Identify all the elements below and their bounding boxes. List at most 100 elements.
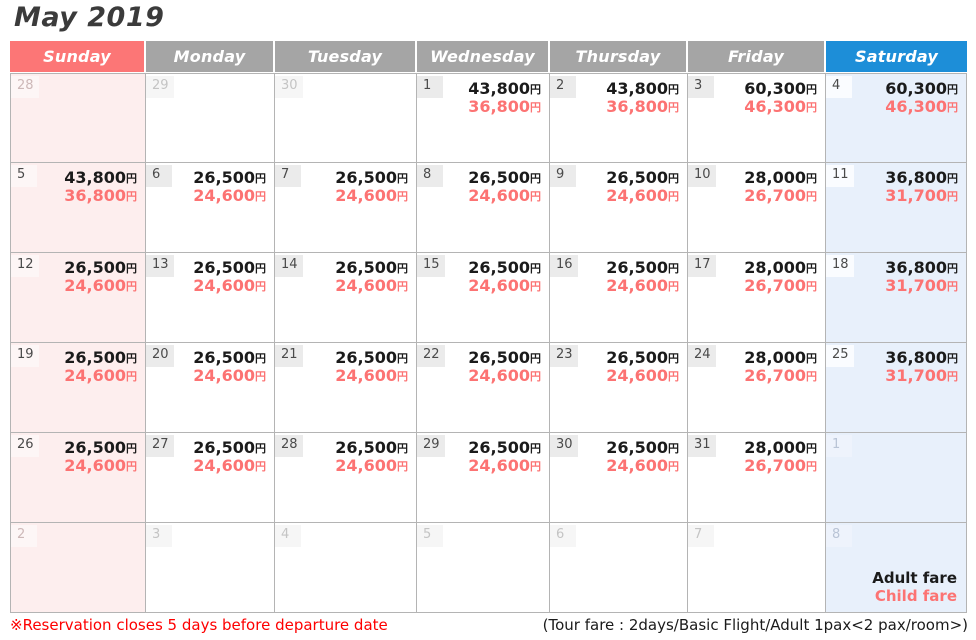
yen-symbol: 円 — [806, 279, 817, 293]
day-number: 22 — [417, 345, 445, 367]
yen-symbol: 円 — [947, 172, 958, 185]
fare-group: 26,500円 24,600円 — [468, 259, 541, 295]
child-fare-value: 36,800 — [64, 185, 126, 205]
fare-group: 26,500円 24,600円 — [335, 169, 408, 205]
child-fare-value: 24,600 — [64, 275, 126, 295]
calendar-day-cell[interactable]: 11 36,800円 31,700円 — [826, 163, 967, 253]
calendar-week-row: 26 26,500円 24,600円 27 26,500円 24,600円 28 26,500… — [10, 433, 967, 523]
calendar-day-cell[interactable]: 1 43,800円 36,800円 — [417, 73, 550, 163]
day-number: 27 — [146, 435, 174, 457]
yen-symbol: 円 — [530, 279, 541, 293]
calendar-day-cell[interactable]: 12 26,500円 24,600円 — [10, 253, 146, 343]
yen-symbol: 円 — [806, 83, 817, 96]
child-fare-value: 24,600 — [606, 455, 668, 475]
adult-fare: 26,500円 — [193, 259, 266, 277]
adult-fare: 26,500円 — [606, 439, 679, 457]
adult-fare: 36,800円 — [885, 259, 958, 277]
adult-fare: 26,500円 — [193, 169, 266, 187]
fare-group: 26,500円 24,600円 — [193, 439, 266, 475]
calendar-day-cell[interactable]: 9 26,500円 24,600円 — [550, 163, 688, 253]
adult-fare-value: 26,500 — [64, 348, 126, 367]
child-fare-value: 24,600 — [606, 185, 668, 205]
calendar-day-cell[interactable]: 13 26,500円 24,600円 — [146, 253, 275, 343]
calendar-day-cell[interactable]: 7 26,500円 24,600円 — [275, 163, 417, 253]
calendar-day-cell[interactable]: 22 26,500円 24,600円 — [417, 343, 550, 433]
child-fare-value: 24,600 — [468, 185, 530, 205]
child-fare-value: 24,600 — [193, 275, 255, 295]
calendar-day-cell-inactive: 7 — [688, 523, 826, 613]
calendar-day-cell[interactable]: 5 43,800円 36,800円 — [10, 163, 146, 253]
child-fare-value: 24,600 — [64, 455, 126, 475]
calendar-page: May 2019 Sunday Monday Tuesday Wednesday Thu… — [0, 0, 976, 640]
calendar-day-cell-inactive: 8 Adult fare Child fare — [826, 523, 967, 613]
calendar-day-cell[interactable]: 21 26,500円 24,600円 — [275, 343, 417, 433]
child-fare-value: 31,700 — [885, 185, 947, 205]
yen-symbol: 円 — [947, 83, 958, 96]
weekday-header-friday: Friday — [688, 41, 826, 73]
yen-symbol: 円 — [668, 100, 679, 114]
fare-legend: Adult fare Child fare — [872, 569, 957, 607]
calendar-day-cell[interactable]: 31 28,000円 26,700円 — [688, 433, 826, 523]
fare-group: 26,500円 24,600円 — [606, 439, 679, 475]
calendar-day-cell[interactable]: 17 28,000円 26,700円 — [688, 253, 826, 343]
adult-fare-value: 36,800 — [885, 168, 947, 187]
adult-fare-value: 28,000 — [744, 168, 806, 187]
child-fare: 31,700円 — [885, 185, 958, 205]
yen-symbol: 円 — [668, 352, 679, 365]
yen-symbol: 円 — [126, 459, 137, 473]
day-number: 14 — [275, 255, 303, 277]
calendar-day-cell[interactable]: 18 36,800円 31,700円 — [826, 253, 967, 343]
calendar-day-cell[interactable]: 26 26,500円 24,600円 — [10, 433, 146, 523]
day-number: 8 — [417, 165, 443, 187]
calendar-day-cell[interactable]: 4 60,300円 46,300円 — [826, 73, 967, 163]
calendar-day-cell[interactable]: 2 43,800円 36,800円 — [550, 73, 688, 163]
calendar-day-cell[interactable]: 23 26,500円 24,600円 — [550, 343, 688, 433]
legend-child-fare-label: Child fare — [874, 587, 957, 606]
adult-fare: 43,800円 — [468, 80, 541, 98]
yen-symbol: 円 — [126, 442, 137, 455]
child-fare: 24,600円 — [468, 276, 541, 295]
adult-fare-value: 26,500 — [335, 258, 397, 277]
legend-adult-fare-label: Adult fare — [872, 568, 957, 587]
calendar-day-cell[interactable]: 24 28,000円 26,700円 — [688, 343, 826, 433]
calendar-day-cell[interactable]: 29 26,500円 24,600円 — [417, 433, 550, 523]
yen-symbol: 円 — [255, 442, 266, 455]
calendar-day-cell[interactable]: 20 26,500円 24,600円 — [146, 343, 275, 433]
day-number: 1 — [417, 76, 443, 98]
fare-group: 28,000円 26,700円 — [744, 169, 817, 205]
calendar-day-cell[interactable]: 27 26,500円 24,600円 — [146, 433, 275, 523]
yen-symbol: 円 — [255, 279, 266, 293]
fare-group: 43,800円 36,800円 — [468, 80, 541, 116]
day-number: 12 — [11, 255, 39, 277]
calendar-day-cell[interactable]: 3 60,300円 46,300円 — [688, 73, 826, 163]
day-number: 28 — [275, 435, 303, 457]
child-fare: 24,600円 — [193, 186, 266, 205]
calendar-day-cell[interactable]: 28 26,500円 24,600円 — [275, 433, 417, 523]
fare-group: 26,500円 24,600円 — [606, 259, 679, 295]
child-fare: 26,700円 — [744, 366, 817, 385]
calendar-day-cell[interactable]: 15 26,500円 24,600円 — [417, 253, 550, 343]
yen-symbol: 円 — [397, 459, 408, 473]
day-number: 7 — [275, 165, 301, 187]
yen-symbol: 円 — [947, 352, 958, 365]
calendar-day-cell[interactable]: 19 26,500円 24,600円 — [10, 343, 146, 433]
calendar-day-cell[interactable]: 25 36,800円 31,700円 — [826, 343, 967, 433]
calendar-day-cell[interactable]: 14 26,500円 24,600円 — [275, 253, 417, 343]
calendar-day-cell[interactable]: 8 26,500円 24,600円 — [417, 163, 550, 253]
adult-fare-value: 26,500 — [468, 168, 530, 187]
day-number: 2 — [550, 76, 576, 98]
calendar-week-row: 2 3 4 5 6 7 8 Adult fare Child fare — [10, 523, 967, 613]
calendar-day-cell-inactive: 2 — [10, 523, 146, 613]
calendar-day-cell[interactable]: 30 26,500円 24,600円 — [550, 433, 688, 523]
calendar-day-cell[interactable]: 10 28,000円 26,700円 — [688, 163, 826, 253]
yen-symbol: 円 — [806, 459, 817, 473]
calendar-day-cell[interactable]: 6 26,500円 24,600円 — [146, 163, 275, 253]
yen-symbol: 円 — [255, 459, 266, 473]
tour-fare-note: (Tour fare : 2days/Basic Flight/Adult 1p… — [542, 616, 968, 634]
child-fare: 24,600円 — [335, 366, 408, 385]
yen-symbol: 円 — [947, 369, 958, 383]
child-fare: 24,600円 — [606, 276, 679, 295]
calendar-day-cell[interactable]: 16 26,500円 24,600円 — [550, 253, 688, 343]
yen-symbol: 円 — [126, 369, 137, 383]
fare-group: 36,800円 31,700円 — [885, 259, 958, 295]
